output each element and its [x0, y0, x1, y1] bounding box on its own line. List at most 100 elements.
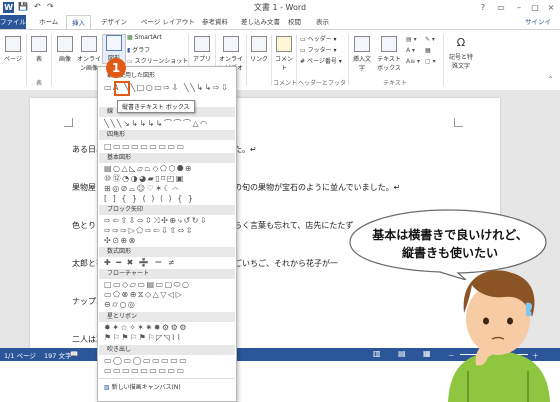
web-layout-icon[interactable]: ▦	[423, 349, 431, 358]
paragraph-2-tail[interactable]: の旬の果物が宝石のように並んでいました。↵	[234, 182, 400, 193]
object-icon[interactable]: ▢ ▾	[425, 58, 436, 65]
store-icon	[194, 36, 210, 52]
page-number-button[interactable]: # ページ番号 ▾	[300, 56, 342, 65]
header-button[interactable]: ▭ ヘッダー ▾	[300, 34, 337, 43]
comment-label: コメント	[274, 56, 293, 72]
tab-design[interactable]: デザイン	[96, 15, 132, 29]
print-layout-icon[interactable]: ▤	[398, 349, 406, 358]
category-flowchart: フローチャート	[99, 269, 235, 279]
chart-button[interactable]: ▮ グラフ	[127, 45, 150, 54]
word-count[interactable]: 197 文字	[44, 350, 71, 360]
quick-parts-icon[interactable]: ▤ ▾	[406, 36, 417, 43]
video-icon	[223, 36, 239, 52]
collapse-ribbon-icon[interactable]: ^	[548, 76, 553, 83]
text-box-label: テキストボックス	[377, 56, 401, 72]
symbols-button[interactable]: Ω 記号と特殊文字	[447, 36, 475, 70]
table-icon	[31, 36, 47, 52]
group-label-text: テキスト	[383, 80, 407, 87]
canvas-icon: ▧	[104, 384, 110, 391]
insert-text-label: 挿入文字	[352, 56, 371, 72]
smartart-label: SmartArt	[134, 34, 162, 41]
pictures-button[interactable]: 画像	[54, 36, 76, 63]
signature-line-icon[interactable]: ✎ ▾	[425, 36, 435, 43]
shape-row-basic-2[interactable]: ⑩⑫◔◑◕▰▯⌑◰▣	[104, 174, 232, 184]
shape-row-callouts-2[interactable]: ▭▭▭▭▭▭▭▭▭	[104, 366, 232, 376]
shape-row-basic-4[interactable]: [ ] { } ( ) ⟨ ⟩ { }	[104, 194, 232, 204]
tab-home[interactable]: ホーム	[34, 15, 63, 29]
paragraph-3-tail[interactable]: らく言葉も忘れて、店先にたたず	[234, 220, 353, 231]
smartart-button[interactable]: ▦ SmartArt	[127, 34, 162, 41]
margin-mark	[454, 118, 463, 127]
tab-file[interactable]: ファイル	[0, 15, 26, 29]
screenshot-button[interactable]: ▭ スクリーンショット	[127, 56, 188, 65]
comment-icon	[276, 36, 292, 52]
title-bar: W 💾 ↶ ↷ 文書 1 - Word ? ▭ – □ ×	[0, 0, 560, 15]
tab-insert[interactable]: 挿入	[66, 15, 91, 29]
help-icon[interactable]: ?	[474, 0, 492, 15]
close-icon[interactable]: ×	[542, 0, 560, 15]
shape-row-basic-1[interactable]: ▤○△◺▱⏢◇⬠⬡⯃⊕	[104, 164, 232, 174]
shape-row-stars-2[interactable]: ⚑⚐⚑⚐⚑⚐◸◹⌇⌇	[104, 333, 232, 343]
page-count[interactable]: 1/1 ページ	[4, 350, 36, 360]
footer-button[interactable]: ▭ フッター ▾	[300, 45, 337, 54]
divider	[246, 34, 247, 86]
smartart-icon: ▦	[127, 34, 133, 41]
comment-button[interactable]: コメント	[274, 36, 294, 72]
shape-row-equation[interactable]: ✚ ━ ✖ ➗ ＝ ≠	[104, 258, 232, 268]
pages-label: ページ	[4, 56, 22, 63]
text-box-button[interactable]: テキストボックス	[375, 36, 403, 72]
shape-row-flow-3[interactable]: ⊖⌭○◎	[104, 300, 232, 310]
picture-icon	[57, 36, 73, 52]
pages-button[interactable]: ページ	[2, 36, 24, 63]
chart-label: グラフ	[132, 47, 151, 54]
online-picture-icon	[81, 36, 97, 52]
header-label: ヘッダー	[307, 36, 332, 43]
shape-row-callouts-1[interactable]: ▭◯▭◯▭▭▭▭▭	[104, 356, 232, 366]
table-label: 表	[35, 56, 42, 63]
category-stars-banners: 星とリボン	[99, 312, 235, 322]
shape-row-arrows-1[interactable]: ⇨⇦⇧⇩⬄⇳⤨✣⊕⤷↺↻⇩	[104, 216, 232, 226]
tab-review[interactable]: 校閲	[283, 15, 306, 29]
table-button[interactable]: 表	[30, 36, 48, 63]
wordart-icon[interactable]: A ▾	[406, 47, 415, 54]
links-button[interactable]: リンク	[249, 36, 269, 63]
paragraph-1-tail[interactable]: た。↵	[234, 144, 257, 155]
read-mode-icon[interactable]: ▥	[373, 349, 381, 358]
page-icon	[5, 36, 21, 52]
tab-page-layout[interactable]: ページ レイアウト	[136, 15, 200, 29]
shapes-dropdown: 最近使用した図形 ▭A ╲╲□○▭⇨⇩ ╲╲↳↳⇨⇩ 線 ╲╲╲↘↳↳↳↳⌒⌒⌒…	[97, 66, 237, 402]
new-canvas-item[interactable]: ▧ 新しい描画キャンバス(N)	[104, 382, 181, 391]
tab-mailings[interactable]: 差し込み文書	[236, 15, 285, 29]
category-basic-shapes: 基本図形	[99, 153, 235, 163]
shape-row-flow-1[interactable]: □▭◇▱▭▤▭▢⬭○	[104, 280, 232, 290]
tab-view[interactable]: 表示	[311, 15, 334, 29]
divider	[26, 34, 27, 86]
sign-in-link[interactable]: サインイ	[520, 15, 556, 29]
date-time-icon[interactable]: ▦	[425, 47, 431, 54]
insert-text-button[interactable]: 挿入文字	[351, 36, 373, 72]
category-callouts: 吹き出し	[99, 345, 235, 355]
link-icon	[251, 36, 267, 52]
shape-row-basic-3[interactable]: ⊞◎⊘⌓☺♡✶☾⌒	[104, 184, 232, 194]
omega-icon: Ω	[456, 36, 466, 49]
category-equation-shapes: 数式図形	[99, 247, 235, 257]
category-rectangles: 四角形	[99, 130, 235, 140]
shape-row-rectangles[interactable]: □▭▭▭▭▭▭▭▭	[104, 142, 232, 152]
shape-row-arrows-2[interactable]: ⇨⇨⇨▷⬠⇨⇦⇩⇧⬄⇳	[104, 226, 232, 236]
tab-references[interactable]: 参考資料	[197, 15, 233, 29]
paragraph-4-tail[interactable]: ごいちご、それから花子が一	[234, 258, 338, 269]
footer-label: フッター	[307, 47, 332, 54]
ribbon-display-icon[interactable]: ▭	[492, 0, 510, 15]
shape-row-flow-2[interactable]: ▭⬠⊗⊕⧖◇△▽◁▷	[104, 290, 232, 300]
shape-row-arrows-3[interactable]: ✣⊙⊕⊗	[104, 236, 232, 246]
apps-button[interactable]: アプリ	[192, 36, 212, 63]
proofing-icon[interactable]: 📖	[70, 350, 78, 358]
pictures-label: 画像	[58, 56, 71, 63]
links-label: リンク	[249, 56, 268, 63]
vertical-text-box-highlight[interactable]	[114, 81, 130, 96]
ribbon: ページ 表 画像 オンライン画像 図形 ▦ SmartArt ▮ グラフ ▭ ス…	[0, 29, 560, 96]
drop-cap-icon[interactable]: A≡ ▾	[406, 58, 420, 65]
shape-row-stars-1[interactable]: ✸✦☆✧✶✷✹⚙⚙⚙	[104, 323, 232, 333]
shape-row-lines[interactable]: ╲╲╲↘↳↳↳↳⌒⌒⌒△◠	[104, 119, 232, 129]
thinking-boy-illustration	[448, 270, 550, 402]
